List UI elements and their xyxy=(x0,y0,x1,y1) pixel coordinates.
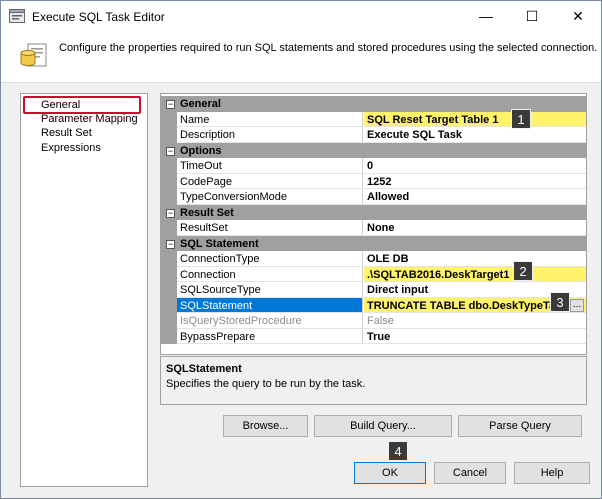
property-grid: − General Name SQL Reset Target Table 1 … xyxy=(160,93,587,355)
page-navigation-list: General Parameter Mapping Result Set Exp… xyxy=(20,93,148,487)
property-row-bypass-prepare[interactable]: BypassPrepare True xyxy=(161,328,586,344)
property-value-bypass-prepare[interactable]: True xyxy=(364,329,586,344)
property-value-codepage[interactable]: 1252 xyxy=(364,174,586,189)
property-value-is-query-stored-procedure: False xyxy=(364,313,586,329)
description-text: Specifies the query to be run by the tas… xyxy=(166,378,366,390)
parse-query-button[interactable]: Parse Query xyxy=(458,415,582,437)
task-icon xyxy=(9,9,25,23)
header-area: Configure the properties required to run… xyxy=(1,31,601,83)
property-name: CodePage xyxy=(177,173,363,189)
execute-sql-task-editor-window: Execute SQL Task Editor — ☐ ✕ Configure … xyxy=(0,0,602,499)
property-name: ConnectionType xyxy=(177,251,363,267)
property-row-is-query-stored-procedure[interactable]: IsQueryStoredProcedure False xyxy=(161,313,586,329)
nav-item-parameter-mapping[interactable]: Parameter Mapping xyxy=(41,113,138,125)
property-name: Connection xyxy=(177,266,363,282)
property-name: SQLSourceType xyxy=(177,282,363,298)
minimize-button[interactable]: — xyxy=(463,1,509,31)
property-row-sql-source-type[interactable]: SQLSourceType Direct input xyxy=(161,282,586,298)
nav-item-expressions[interactable]: Expressions xyxy=(41,142,101,154)
property-name: Description xyxy=(177,127,363,143)
property-value-type-conversion-mode[interactable]: Allowed xyxy=(364,189,586,205)
category-sql-statement[interactable]: − SQL Statement xyxy=(161,235,586,251)
window-title: Execute SQL Task Editor xyxy=(32,10,165,24)
description-title: SQLStatement xyxy=(166,363,242,375)
browse-button[interactable]: Browse... xyxy=(223,415,308,437)
category-label: Options xyxy=(180,144,222,157)
category-label: Result Set xyxy=(180,206,234,219)
collapse-icon[interactable]: − xyxy=(166,100,175,109)
property-row-result-set[interactable]: ResultSet None xyxy=(161,220,586,236)
close-icon: ✕ xyxy=(572,7,584,24)
maximize-icon: ☐ xyxy=(525,7,539,24)
callout-badge-2: 2 xyxy=(513,261,533,281)
property-row-sql-statement[interactable]: SQLStatement TRUNCATE TABLE dbo.DeskType… xyxy=(161,297,586,313)
property-row-description[interactable]: Description Execute SQL Task xyxy=(161,127,586,143)
collapse-icon[interactable]: − xyxy=(166,208,175,218)
header-description: Configure the properties required to run… xyxy=(59,42,598,54)
collapse-icon[interactable]: − xyxy=(166,146,175,156)
category-label: General xyxy=(180,98,221,110)
help-button[interactable]: Help xyxy=(514,462,590,484)
nav-item-general[interactable]: General xyxy=(41,99,80,111)
property-name: TypeConversionMode xyxy=(177,189,363,205)
property-name: BypassPrepare xyxy=(177,328,363,344)
minimize-icon: — xyxy=(479,8,493,24)
callout-badge-3: 3 xyxy=(550,292,570,312)
property-value-connection-type[interactable]: OLE DB xyxy=(364,251,586,267)
property-name: ResultSet xyxy=(177,220,363,236)
cancel-button[interactable]: Cancel xyxy=(434,462,506,484)
build-query-button[interactable]: Build Query... xyxy=(314,415,452,437)
category-options[interactable]: − Options xyxy=(161,142,586,158)
property-row-type-conversion-mode[interactable]: TypeConversionMode Allowed xyxy=(161,189,586,205)
maximize-button[interactable]: ☐ xyxy=(509,1,555,31)
database-task-icon xyxy=(20,43,47,67)
collapse-icon[interactable]: − xyxy=(166,239,175,249)
property-value-description[interactable]: Execute SQL Task xyxy=(364,127,586,143)
nav-item-result-set[interactable]: Result Set xyxy=(41,127,92,139)
close-button[interactable]: ✕ xyxy=(555,1,601,31)
callout-badge-1: 1 xyxy=(511,109,531,129)
property-name-selected: SQLStatement xyxy=(177,297,363,313)
property-name: IsQueryStoredProcedure xyxy=(177,313,363,329)
property-value-timeout[interactable]: 0 xyxy=(364,158,586,174)
category-label: SQL Statement xyxy=(180,237,259,250)
property-name: Name xyxy=(177,111,363,127)
ok-button[interactable]: OK xyxy=(354,462,426,484)
callout-badge-4: 4 xyxy=(388,441,408,461)
property-value-result-set[interactable]: None xyxy=(364,220,586,236)
category-result-set[interactable]: − Result Set xyxy=(161,204,586,220)
property-name: TimeOut xyxy=(177,158,363,174)
title-bar[interactable]: Execute SQL Task Editor — ☐ ✕ xyxy=(1,1,601,31)
property-value-name[interactable]: SQL Reset Target Table 1 xyxy=(364,111,586,127)
sql-statement-ellipsis-button[interactable]: ... xyxy=(570,298,584,312)
property-value-connection[interactable]: .\SQLTAB2016.DeskTarget1 xyxy=(364,266,586,282)
property-row-codepage[interactable]: CodePage 1252 xyxy=(161,173,586,189)
property-row-timeout[interactable]: TimeOut 0 xyxy=(161,158,586,174)
property-description-panel: SQLStatement Specifies the query to be r… xyxy=(160,356,587,405)
